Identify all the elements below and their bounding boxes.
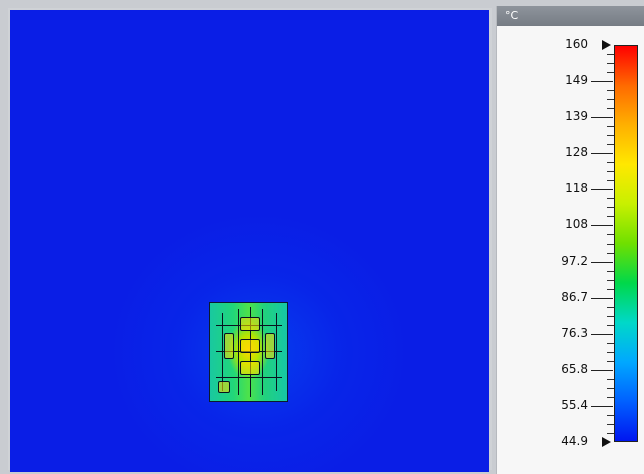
legend-tick-label: 86.7 — [561, 289, 588, 304]
legend-tick-label: 149 — [565, 73, 588, 88]
pcb-component — [240, 361, 260, 375]
minor-tick-mark — [607, 315, 614, 317]
temperature-legend: °C 160 149 139 128 118 108 97.2 86.7 76.3 65.8 55.… — [496, 6, 644, 474]
minor-tick-mark — [607, 126, 614, 128]
tick-mark — [591, 117, 613, 119]
pcb-trace — [216, 377, 282, 378]
pcb-component — [240, 339, 260, 353]
legend-tick: 118 — [497, 181, 613, 197]
legend-tick-label: 76.3 — [561, 325, 588, 340]
unit-label: °C — [505, 9, 519, 22]
legend-tick-label: 139 — [565, 109, 588, 124]
tick-mark — [591, 261, 613, 263]
legend-tick: 128 — [497, 145, 613, 161]
pcb-component — [218, 381, 230, 393]
minor-tick-mark — [607, 171, 614, 173]
legend-header: °C — [497, 6, 644, 26]
minor-tick-mark — [607, 243, 614, 245]
pcb-component — [240, 317, 260, 331]
legend-tick-label: 55.4 — [561, 397, 588, 412]
legend-tick-label: 44.9 — [561, 434, 588, 448]
legend-tick: 86.7 — [497, 290, 613, 306]
legend-tick-label: 97.2 — [561, 253, 588, 268]
tick-mark — [591, 81, 613, 83]
legend-tick: 76.3 — [497, 326, 613, 342]
legend-tick: 160 — [497, 37, 613, 53]
pcb-trace — [276, 313, 277, 391]
legend-tick: 149 — [497, 73, 613, 89]
minor-tick-mark — [607, 207, 614, 209]
legend-tick: 44.9 — [497, 434, 613, 450]
legend-body: 160 149 139 128 118 108 97.2 86.7 76.3 65.8 55.4 44… — [497, 26, 644, 474]
minor-tick-mark — [607, 63, 614, 65]
pcb-board[interactable] — [209, 302, 288, 402]
tick-mark — [591, 225, 613, 227]
color-scale-bar — [614, 45, 638, 442]
minor-tick-mark — [607, 378, 614, 380]
tick-mark — [591, 369, 613, 371]
tick-mark — [591, 189, 613, 191]
legend-tick-label: 118 — [565, 181, 588, 196]
range-arrow-icon — [602, 437, 611, 447]
pcb-trace — [222, 313, 223, 391]
minor-tick-mark — [607, 162, 614, 164]
tick-mark — [591, 297, 613, 299]
minor-tick-mark — [607, 423, 614, 425]
legend-tick: 55.4 — [497, 398, 613, 414]
pcb-trace — [262, 309, 263, 395]
minor-tick-mark — [607, 135, 614, 137]
pcb-trace — [238, 309, 239, 395]
minor-tick-mark — [607, 414, 614, 416]
minor-tick-mark — [607, 342, 614, 344]
minor-tick-mark — [607, 234, 614, 236]
minor-tick-mark — [607, 306, 614, 308]
minor-tick-mark — [607, 90, 614, 92]
legend-tick: 65.8 — [497, 362, 613, 378]
minor-tick-mark — [607, 351, 614, 353]
heat-spread — [10, 10, 489, 472]
legend-tick-label: 108 — [565, 217, 588, 232]
legend-tick-label: 128 — [565, 145, 588, 160]
tick-mark — [591, 153, 613, 155]
minor-tick-mark — [607, 99, 614, 101]
tick-mark — [591, 405, 613, 407]
minor-tick-mark — [607, 279, 614, 281]
legend-tick-label: 160 — [565, 37, 588, 51]
pcb-component — [224, 333, 234, 359]
tick-mark — [591, 333, 613, 335]
minor-tick-mark — [607, 270, 614, 272]
minor-tick-mark — [607, 198, 614, 200]
legend-tick: 139 — [497, 109, 613, 125]
legend-tick: 108 — [497, 217, 613, 233]
minor-tick-mark — [607, 54, 614, 56]
range-arrow-icon — [602, 40, 611, 50]
thermal-viewport[interactable] — [8, 8, 492, 472]
temperature-plot[interactable] — [10, 10, 489, 472]
legend-tick-label: 65.8 — [561, 361, 588, 376]
pcb-component — [265, 333, 275, 359]
minor-tick-mark — [607, 387, 614, 389]
legend-tick: 97.2 — [497, 254, 613, 270]
